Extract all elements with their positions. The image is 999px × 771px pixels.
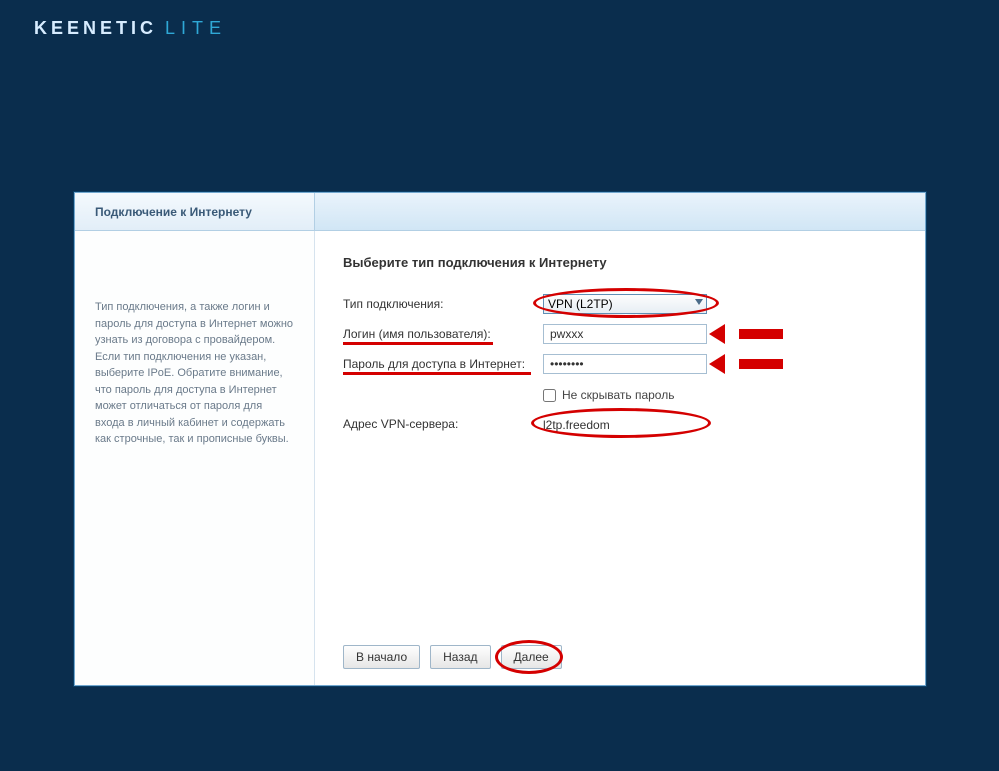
row-password: Пароль для доступа в Интернет: (343, 354, 897, 374)
show-password-label: Не скрывать пароль (562, 388, 674, 402)
wizard-footer: В начало Назад Далее (343, 635, 897, 669)
help-sidebar: Тип подключения, а также логин и пароль … (75, 231, 315, 685)
vpn-server-value: l2tp.freedom (543, 418, 610, 432)
next-button[interactable]: Далее (501, 645, 562, 669)
annotation-arrow-login (723, 324, 783, 344)
annotation-underline-password (343, 372, 531, 375)
tab-label: Подключение к Интернету (95, 205, 252, 219)
brand-name: KEENETIC (34, 18, 157, 38)
page-title: Выберите тип подключения к Интернету (343, 255, 897, 270)
label-login: Логин (имя пользователя): (343, 327, 543, 341)
wizard-panel: Подключение к Интернету Тип подключения,… (74, 192, 926, 686)
panel-body: Тип подключения, а также логин и пароль … (75, 231, 925, 685)
password-input[interactable] (543, 354, 707, 374)
connection-type-select-wrap: VPN (L2TP) (543, 294, 707, 314)
vpn-server-value-wrap: l2tp.freedom (543, 416, 707, 432)
annotation-arrow-password (723, 354, 783, 374)
connection-type-select[interactable]: VPN (L2TP) (543, 294, 707, 314)
back-button[interactable]: Назад (430, 645, 490, 669)
tab-connection[interactable]: Подключение к Интернету (75, 193, 315, 230)
panel-header: Подключение к Интернету (75, 193, 925, 231)
row-connection-type: Тип подключения: VPN (L2TP) (343, 294, 897, 314)
row-login: Логин (имя пользователя): (343, 324, 897, 344)
label-connection-type: Тип подключения: (343, 297, 543, 311)
show-password-checkbox[interactable] (543, 389, 556, 402)
brand-logo: KEENETIC LITE (34, 18, 227, 39)
main-content: Выберите тип подключения к Интернету Тип… (315, 231, 925, 685)
label-password: Пароль для доступа в Интернет: (343, 357, 543, 371)
label-vpn-server: Адрес VPN-сервера: (343, 417, 543, 431)
start-button[interactable]: В начало (343, 645, 420, 669)
next-button-wrap: Далее (501, 645, 562, 669)
annotation-underline-login (343, 342, 493, 345)
row-vpn-server: Адрес VPN-сервера: l2tp.freedom (343, 416, 897, 432)
login-input[interactable] (543, 324, 707, 344)
help-text: Тип подключения, а также логин и пароль … (95, 299, 294, 448)
label-password-text: Пароль для доступа в Интернет: (343, 357, 525, 371)
row-show-password: Не скрывать пароль (543, 388, 897, 402)
brand-variant: LITE (165, 18, 227, 38)
label-login-text: Логин (имя пользователя): (343, 327, 491, 341)
